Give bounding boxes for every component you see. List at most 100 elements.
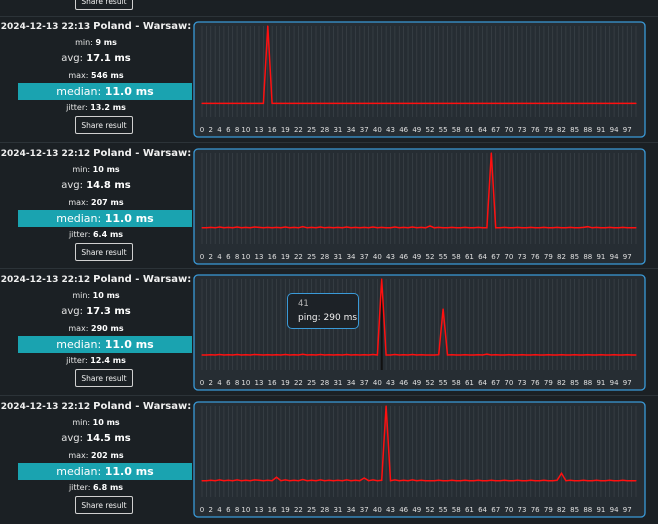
ping-point[interactable] [262,354,264,356]
ping-point[interactable] [481,354,484,356]
ping-point[interactable] [258,354,260,356]
ping-point[interactable] [565,227,567,229]
ping-point[interactable] [240,354,243,356]
ping-point[interactable] [626,480,628,482]
ping-point[interactable] [534,227,536,229]
ping-point[interactable] [389,480,392,482]
ping-point[interactable] [468,227,471,229]
ping-point[interactable] [328,226,330,229]
ping-point[interactable] [289,227,291,229]
ping-point[interactable] [591,480,593,482]
ping-point[interactable] [591,354,593,356]
ping-point[interactable] [205,227,207,229]
ping-point[interactable] [306,354,308,356]
ping-point[interactable] [324,102,326,105]
ping-point[interactable] [595,479,598,481]
ping-point[interactable] [218,353,221,356]
ping-point[interactable] [354,226,357,229]
ping-point[interactable] [293,102,295,105]
ping-point[interactable] [556,102,558,105]
share-result-button[interactable]: Share result [75,496,133,514]
ping-point[interactable] [595,102,598,105]
ping-point[interactable] [477,479,479,481]
ping-point[interactable] [407,102,409,105]
ping-point[interactable] [267,226,269,229]
ping-point[interactable] [363,477,365,479]
ping-point[interactable] [249,354,251,356]
ping-point[interactable] [622,226,624,229]
ping-point[interactable] [604,354,606,356]
ping-point[interactable] [346,353,348,356]
ping-point[interactable] [359,102,361,105]
ping-point[interactable] [477,354,479,356]
ping-point[interactable] [451,226,453,229]
ping-point[interactable] [416,480,418,482]
ping-point[interactable] [525,354,528,356]
ping-point[interactable] [201,102,203,105]
ping-point[interactable] [346,479,348,481]
ping-point[interactable] [254,353,256,356]
ping-point[interactable] [460,480,462,482]
ping-point[interactable] [477,102,479,105]
ping-point[interactable] [438,226,440,229]
ping-point[interactable] [503,102,506,105]
ping-point[interactable] [280,480,282,482]
ping-point[interactable] [398,354,400,356]
ping-point[interactable] [306,480,308,482]
ping-point[interactable] [560,472,563,474]
ping-point[interactable] [350,227,352,229]
ping-point[interactable] [490,102,492,105]
ping-point[interactable] [613,102,615,105]
ping-point[interactable] [337,479,339,481]
ping-point[interactable] [293,479,295,481]
ping-point[interactable] [626,102,628,105]
ping-point[interactable] [600,227,602,229]
ping-point[interactable] [490,479,492,481]
ping-point[interactable] [604,227,606,229]
ping-point[interactable] [631,480,633,482]
ping-point[interactable] [411,226,414,228]
ping-point[interactable] [617,354,620,356]
ping-point[interactable] [262,102,264,105]
ping-point[interactable] [232,354,234,356]
ping-point[interactable] [609,226,611,229]
ping-point[interactable] [534,480,536,482]
ping-point[interactable] [411,102,414,105]
ping-point[interactable] [324,354,326,356]
ping-point[interactable] [346,102,348,105]
ping-point[interactable] [315,102,317,105]
ping-point[interactable] [403,354,405,356]
ping-point[interactable] [218,479,221,481]
ping-point[interactable] [367,102,370,105]
ping-point[interactable] [547,480,549,482]
ping-point[interactable] [350,354,352,356]
ping-point[interactable] [223,227,225,229]
ping-point[interactable] [574,102,576,105]
ping-point[interactable] [332,102,335,105]
ping-point[interactable] [275,354,278,356]
ping-point[interactable] [565,102,567,105]
ping-point[interactable] [385,102,387,105]
ping-point[interactable] [635,102,637,105]
ping-point[interactable] [569,226,571,229]
ping-point[interactable] [582,226,584,229]
share-result-button[interactable]: Share result [75,369,133,387]
ping-point[interactable] [341,480,343,482]
ping-point[interactable] [486,102,488,105]
ping-point[interactable] [517,102,519,105]
ping-point[interactable] [310,479,313,481]
ping-point[interactable] [319,102,321,105]
ping-point[interactable] [486,480,488,482]
ping-point[interactable] [451,479,453,481]
ping-point[interactable] [433,227,435,229]
ping-point[interactable] [289,102,291,105]
ping-point[interactable] [587,102,589,105]
ping-point[interactable] [245,102,247,105]
ping-point[interactable] [372,353,374,356]
ping-point[interactable] [582,102,584,105]
ping-point[interactable] [600,480,602,482]
ping-point[interactable] [319,479,321,481]
ping-point[interactable] [631,102,633,105]
ping-point[interactable] [289,480,291,482]
ping-point[interactable] [385,405,387,407]
